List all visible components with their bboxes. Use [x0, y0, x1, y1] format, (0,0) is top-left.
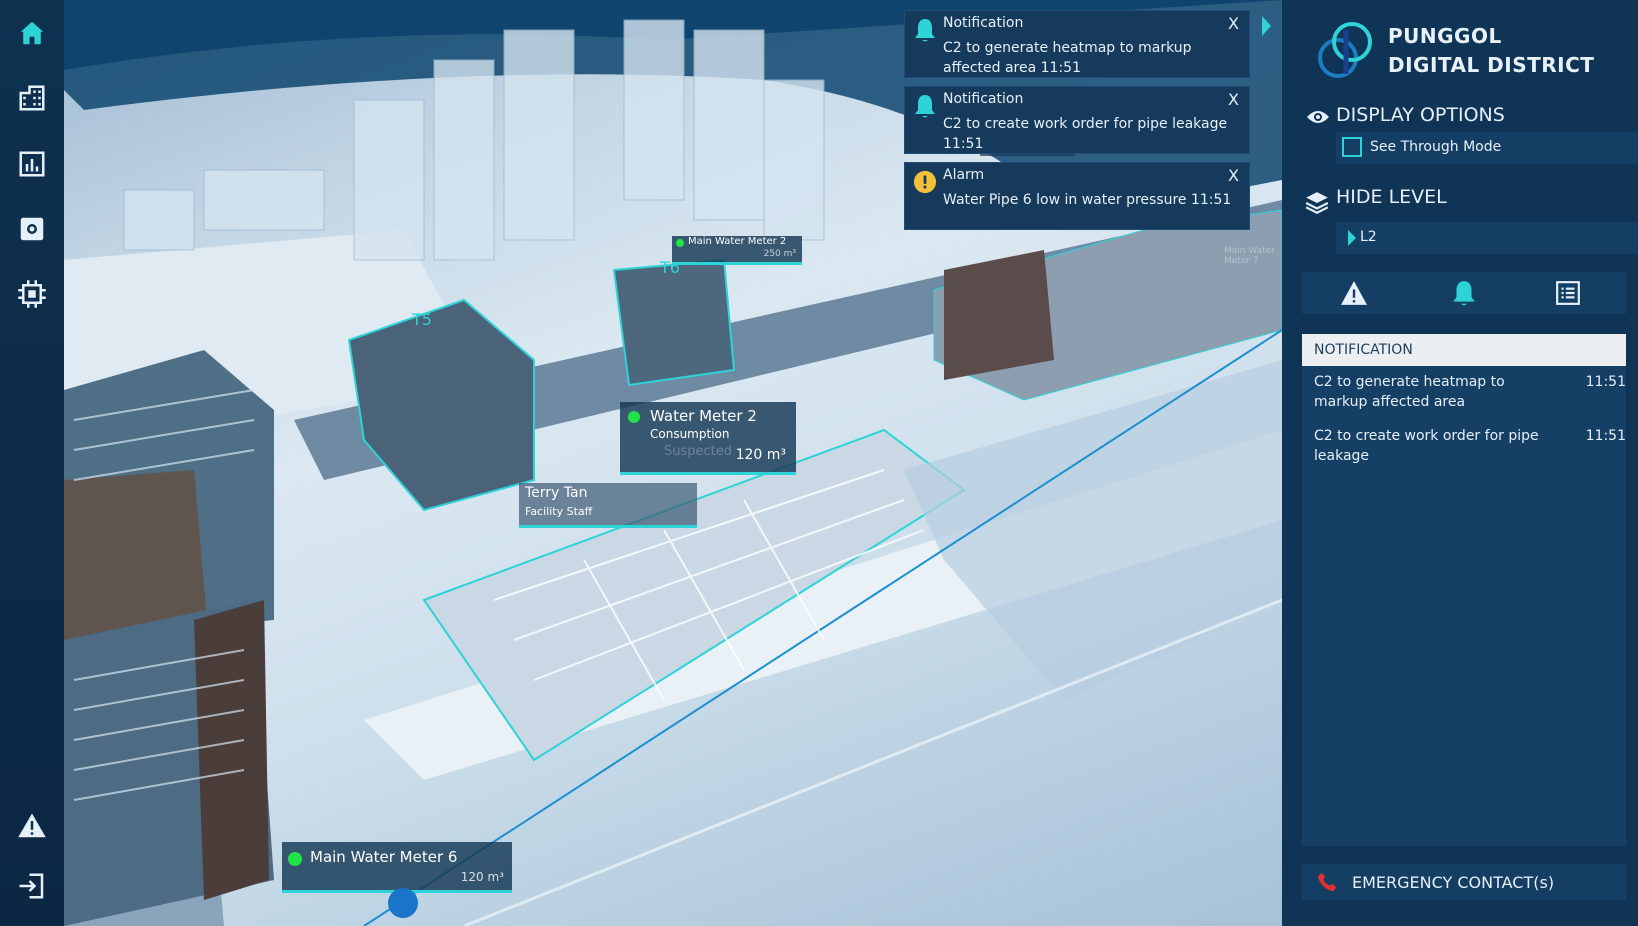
app-title: PUNGGOL DIGITAL DISTRICT	[1388, 24, 1595, 77]
notification-list: C2 to generate heatmap to markup affecte…	[1302, 366, 1626, 846]
eye-icon	[1307, 111, 1329, 123]
hide-level-heading: HIDE LEVEL	[1336, 186, 1447, 208]
see-through-label: See Through Mode	[1370, 139, 1502, 155]
toast-notification-2: Notification C2 to create work order for…	[904, 86, 1250, 154]
side-panel: PUNGGOL DIGITAL DISTRICT DISPLAY OPTIONS…	[1282, 0, 1638, 926]
alert-triangle-icon	[1341, 281, 1367, 305]
water-meter-2-callout[interactable]: Water Meter 2 Consumption Suspected 120 …	[620, 402, 796, 475]
tab-list[interactable]	[1538, 276, 1598, 310]
layers-icon	[1305, 192, 1329, 214]
phone-icon	[1317, 872, 1337, 892]
buildings-icon[interactable]	[14, 80, 50, 116]
bell-icon	[915, 19, 935, 42]
expand-arrow-icon	[1348, 230, 1356, 246]
list-icon	[1556, 281, 1580, 305]
main-water-meter-2-tag[interactable]: Main Water Meter 2 250 m³	[672, 236, 802, 265]
chip-icon[interactable]	[14, 276, 50, 312]
toast-title: Notification	[943, 15, 1024, 31]
see-through-checkbox[interactable]	[1342, 137, 1362, 157]
nav-rail	[0, 0, 65, 926]
emergency-contact-button[interactable]: EMERGENCY CONTACT(s)	[1302, 864, 1626, 900]
toast-body: Water Pipe 6 low in water pressure 11:51	[943, 192, 1232, 208]
location-marker-icon[interactable]	[388, 888, 418, 918]
status-dot	[288, 852, 302, 866]
toast-close-button[interactable]: X	[1228, 14, 1239, 33]
notification-list-header: NOTIFICATION	[1302, 334, 1626, 366]
toast-alarm: Alarm Water Pipe 6 low in water pressure…	[904, 162, 1250, 230]
settings-icon[interactable]	[14, 211, 50, 247]
staff-callout[interactable]: Terry Tan Facility Staff	[519, 483, 697, 528]
status-dot	[676, 239, 684, 247]
list-item[interactable]: C2 to create work order for pipe leakage…	[1314, 426, 1626, 466]
toast-close-button[interactable]: X	[1228, 166, 1239, 185]
main-water-meter-6-callout[interactable]: Main Water Meter 6 120 m³	[282, 842, 512, 893]
level-label: L2	[1360, 229, 1377, 245]
warning-circle-icon	[913, 170, 937, 194]
list-item[interactable]: C2 to generate heatmap to markup affecte…	[1314, 372, 1626, 412]
toast-close-button[interactable]: X	[1228, 90, 1239, 109]
tab-notifications[interactable]	[1434, 276, 1494, 310]
level-selector[interactable]: L2	[1336, 222, 1638, 254]
punggol-logo-icon	[1318, 22, 1372, 78]
building-tag-t5: T5	[412, 310, 432, 329]
bell-icon	[915, 95, 935, 118]
panel-collapse-arrow-icon[interactable]	[1262, 16, 1271, 36]
toast-notification-1: Notification C2 to generate heatmap to m…	[904, 10, 1250, 78]
tab-alerts[interactable]	[1324, 276, 1384, 310]
logout-icon[interactable]	[14, 868, 50, 904]
home-icon[interactable]	[14, 15, 50, 51]
alert-triangle-icon[interactable]	[14, 808, 50, 844]
toast-body: C2 to generate heatmap to markup affecte…	[943, 40, 1192, 76]
display-options-heading: DISPLAY OPTIONS	[1336, 104, 1505, 126]
status-dot	[628, 411, 640, 423]
toast-body: C2 to create work order for pipe leakage…	[943, 116, 1228, 152]
see-through-toggle-row[interactable]: See Through Mode	[1336, 132, 1638, 164]
emergency-label: EMERGENCY CONTACT(s)	[1352, 872, 1555, 892]
panel-tabs	[1302, 272, 1626, 314]
main-water-meter-7-tag[interactable]: Main Water Meter 7	[1224, 246, 1282, 266]
bell-icon	[1453, 281, 1475, 306]
chart-icon[interactable]	[14, 146, 50, 182]
toast-title: Alarm	[943, 167, 985, 183]
toast-title: Notification	[943, 91, 1024, 107]
